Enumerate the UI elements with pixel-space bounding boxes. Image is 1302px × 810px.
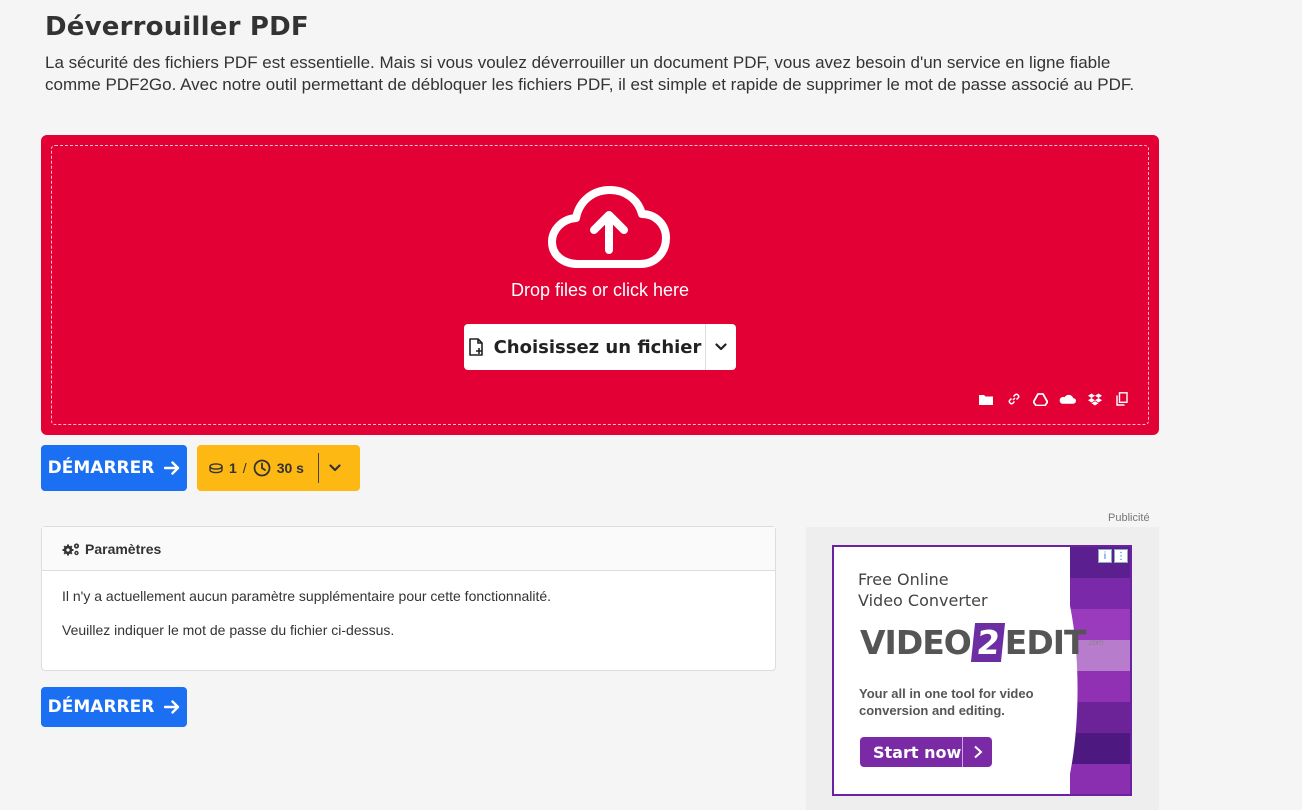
start-button-label: DÉMARRER	[47, 697, 155, 717]
ad-tagline-line2: conversion and editing.	[859, 703, 1005, 718]
clipboard-icon[interactable]	[1113, 392, 1130, 406]
dropbox-icon[interactable]	[1086, 392, 1103, 406]
page-title: Déverrouiller PDF	[45, 12, 309, 42]
arrow-right-icon	[164, 700, 180, 714]
settings-card: Paramètres Il n'y a actuellement aucun p…	[41, 526, 776, 671]
drop-text: Drop files or click here	[510, 280, 690, 300]
start-button-top[interactable]: DÉMARRER	[41, 445, 187, 491]
dropzone-border: Drop files or click here Choisissez un f…	[51, 145, 1149, 425]
ad-start-now-button[interactable]: Start now	[860, 737, 992, 767]
settings-password-hint: Veuillez indiquer le mot de passe du fic…	[62, 622, 395, 638]
ad-headline-line2: Video Converter	[858, 591, 988, 610]
source-dropdown-toggle[interactable]	[705, 324, 736, 370]
ad-logo-mid: 2	[970, 623, 1005, 662]
credit-count: 1	[229, 460, 237, 476]
ad-banner[interactable]: i ⋮ Free Online Video Converter VIDEO 2 …	[832, 545, 1132, 796]
google-drive-icon[interactable]	[1032, 392, 1049, 406]
credits-time-group: 1 / 30 s	[197, 445, 360, 491]
settings-note: Il n'y a actuellement aucun paramètre su…	[62, 588, 552, 604]
credits-time-info[interactable]: 1 / 30 s	[197, 445, 304, 491]
chevron-right-icon	[962, 737, 992, 767]
start-button-bottom[interactable]: DÉMARRER	[41, 687, 187, 727]
folder-icon[interactable]	[978, 392, 995, 406]
ad-headline-line1: Free Online	[858, 570, 949, 589]
credit-dropdown-toggle[interactable]	[319, 445, 351, 491]
ad-menu-icon[interactable]: ⋮	[1114, 549, 1128, 563]
chevron-down-icon	[715, 343, 727, 351]
intro-text: La sécurité des fichiers PDF est essenti…	[45, 53, 1135, 94]
gears-icon	[62, 542, 80, 555]
choose-file-button[interactable]: Choisissez un fichier	[464, 324, 705, 370]
coins-icon	[209, 462, 223, 473]
ad-logo-suffix: .com	[1087, 638, 1105, 647]
ad-logo-left: VIDEO	[860, 623, 972, 662]
upload-source-icons	[978, 392, 1130, 406]
clock-icon	[253, 459, 271, 477]
ad-label: Publicité	[1108, 512, 1150, 524]
file-dropzone[interactable]: Drop files or click here Choisissez un f…	[41, 135, 1159, 435]
link-icon[interactable]	[1005, 392, 1022, 406]
time-estimate: 30 s	[276, 460, 304, 476]
choose-file-label: Choisissez un fichier	[493, 336, 702, 358]
ad-logo-right: EDIT	[1004, 623, 1087, 662]
ad-tagline-line1: Your all in one tool for video	[859, 686, 1034, 701]
ad-headline: Free Online Video Converter	[858, 569, 988, 611]
onedrive-icon[interactable]	[1059, 392, 1076, 406]
arrow-right-icon	[164, 461, 180, 475]
settings-body: Il n'y a actuellement aucun paramètre su…	[42, 571, 775, 673]
chevron-down-icon	[329, 464, 341, 472]
credit-separator: /	[242, 460, 247, 476]
file-add-icon	[468, 337, 483, 356]
ad-logo: VIDEO 2 EDIT .com	[860, 623, 1105, 662]
ad-tagline: Your all in one tool for video conversio…	[859, 685, 1034, 719]
cloud-upload-icon	[548, 186, 670, 268]
settings-header: Paramètres	[42, 527, 775, 571]
ad-info-icon[interactable]: i	[1098, 549, 1112, 563]
ad-info[interactable]: i ⋮	[1098, 549, 1128, 563]
ad-cta-label: Start now	[873, 742, 962, 762]
start-button-label: DÉMARRER	[47, 458, 155, 478]
settings-title: Paramètres	[85, 540, 162, 557]
choose-file-group: Choisissez un fichier	[464, 324, 736, 370]
